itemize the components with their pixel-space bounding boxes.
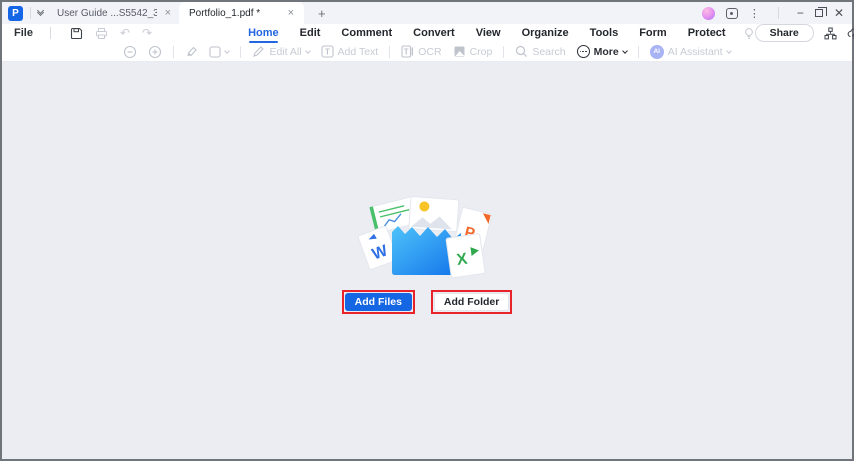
ai-icon: AI <box>649 44 664 59</box>
menubar: File ↶ ↷ Home Edit Comment Convert View … <box>2 24 854 43</box>
divider <box>503 45 505 58</box>
tab-user-guide[interactable]: User Guide ...S5542_3.pdf × <box>49 2 179 24</box>
ai-badge-label: AI <box>653 48 660 55</box>
divider <box>777 7 779 19</box>
divider <box>637 45 639 58</box>
search-tool: Search <box>515 45 566 58</box>
add-folder-button[interactable]: Add Folder <box>433 293 510 311</box>
app-logo-letter: P <box>12 7 19 19</box>
edit-all-label: Edit All <box>269 45 302 58</box>
minimize-button[interactable]: − <box>797 6 804 20</box>
combine-files-illustration: W P X <box>352 190 502 280</box>
new-tab-button[interactable]: + <box>314 6 330 21</box>
close-button[interactable]: ✕ <box>834 6 844 20</box>
divider <box>30 7 31 19</box>
zoom-in-icon <box>148 45 162 59</box>
action-buttons: Add Files Add Folder <box>341 290 513 314</box>
shape-tool-icon <box>209 45 231 58</box>
menu-protect[interactable]: Protect <box>688 27 726 39</box>
share-label: Share <box>769 27 799 39</box>
tab-close-icon[interactable]: × <box>165 7 171 19</box>
add-text-label: Add Text <box>337 45 379 58</box>
ai-assistant-tool: AI AI Assistant <box>649 44 732 59</box>
add-folder-annotation: Add Folder <box>430 290 513 314</box>
print-icon <box>95 27 108 40</box>
app-logo: P <box>8 5 23 21</box>
add-folder-label: Add Folder <box>443 296 500 308</box>
divider <box>49 27 51 39</box>
divider <box>389 45 391 58</box>
svg-text:T: T <box>404 48 409 57</box>
menu-convert[interactable]: Convert <box>413 27 455 39</box>
ocr-label: OCR <box>418 45 442 58</box>
svg-text:T: T <box>325 48 330 57</box>
divider <box>173 45 175 58</box>
cloud-upload-icon[interactable] <box>847 27 854 40</box>
menu-items: Home Edit Comment Convert View Organize … <box>248 27 755 43</box>
kebab-menu-icon[interactable]: ⋮ <box>749 7 760 20</box>
undo-icon: ↶ <box>119 26 131 40</box>
share-nodes-icon[interactable] <box>824 27 837 40</box>
ocr-tool: T OCR <box>401 45 442 58</box>
feedback-icon[interactable] <box>725 7 738 19</box>
tab-list-chevron-icon[interactable] <box>36 6 45 17</box>
highlighter-icon <box>185 45 198 58</box>
tab-portfolio[interactable]: Portfolio_1.pdf * × <box>179 2 304 24</box>
save-icon[interactable] <box>70 27 83 40</box>
toolbar: Edit All T Add Text T OCR Crop Search Mo… <box>2 42 852 62</box>
crop-tool: Crop <box>453 45 493 58</box>
edit-all-tool: Edit All <box>252 45 311 58</box>
search-label: Search <box>532 45 566 58</box>
portfolio-empty-state: W P X Add Files Add Folder <box>2 62 852 459</box>
add-files-button[interactable]: Add Files <box>344 293 412 311</box>
add-files-annotation: Add Files <box>341 290 415 314</box>
menu-edit[interactable]: Edit <box>300 27 321 39</box>
ellipsis-icon <box>576 45 590 58</box>
menu-organize[interactable]: Organize <box>522 27 569 39</box>
add-text-tool: T Add Text <box>320 45 379 58</box>
titlebar: P User Guide ...S5542_3.pdf × Portfolio_… <box>2 2 852 24</box>
divider <box>240 45 242 58</box>
zoom-out-icon <box>123 45 137 59</box>
tab-label: User Guide ...S5542_3.pdf <box>57 7 157 19</box>
menu-view[interactable]: View <box>476 27 501 39</box>
add-files-label: Add Files <box>354 296 402 308</box>
menubar-right: Share <box>754 24 854 42</box>
ai-assistant-label: AI Assistant <box>667 45 723 58</box>
quick-actions: ↶ ↷ <box>43 26 152 40</box>
menu-form[interactable]: Form <box>639 27 667 39</box>
tab-close-icon[interactable]: × <box>288 7 294 19</box>
redo-icon: ↷ <box>142 26 153 40</box>
menu-tools[interactable]: Tools <box>590 27 619 39</box>
menu-home[interactable]: Home <box>248 27 279 43</box>
app-window: P User Guide ...S5542_3.pdf × Portfolio_… <box>0 0 854 461</box>
share-button[interactable]: Share <box>754 24 814 42</box>
menu-file[interactable]: File <box>14 27 33 39</box>
restore-button[interactable] <box>814 6 827 17</box>
menu-comment[interactable]: Comment <box>341 27 392 39</box>
lightbulb-icon <box>743 27 755 40</box>
crop-label: Crop <box>469 45 493 58</box>
user-avatar[interactable] <box>701 6 715 20</box>
more-tool[interactable]: More <box>576 45 628 58</box>
titlebar-right: ⋮ − ✕ <box>701 6 852 20</box>
tab-label: Portfolio_1.pdf * <box>189 7 261 19</box>
more-label: More <box>593 45 619 58</box>
